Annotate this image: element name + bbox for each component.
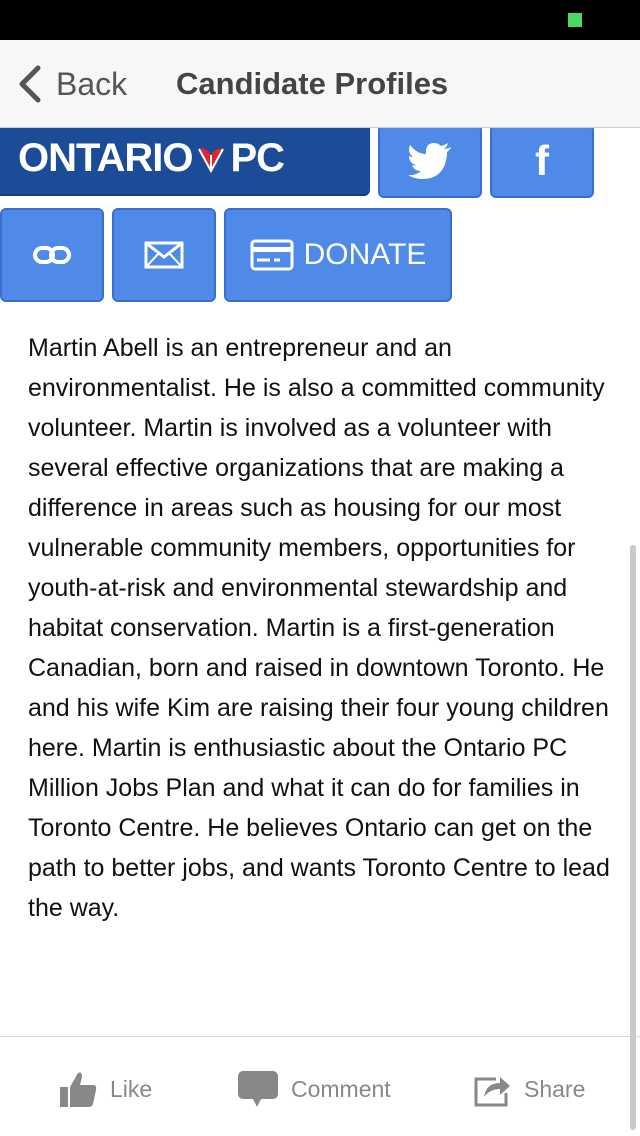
chevron-left-icon bbox=[19, 65, 41, 103]
facebook-icon: f bbox=[535, 137, 549, 184]
back-label: Back bbox=[56, 65, 128, 102]
share-icon bbox=[474, 1077, 510, 1107]
action-bar: Like Comment Share bbox=[0, 1037, 640, 1136]
trillium-icon bbox=[198, 148, 225, 174]
donate-label: DONATE bbox=[303, 238, 427, 271]
comment-icon bbox=[238, 1071, 278, 1107]
thumbs-up-icon bbox=[60, 1072, 97, 1107]
twitter-icon bbox=[408, 143, 451, 179]
like-label: Like bbox=[110, 1075, 153, 1102]
battery-indicator bbox=[568, 13, 582, 27]
envelope-icon bbox=[144, 241, 184, 269]
link-button[interactable] bbox=[0, 208, 104, 302]
ontario-pc-logo[interactable]: ONTARIO PC bbox=[0, 128, 370, 196]
share-button[interactable]: Share bbox=[472, 1067, 585, 1111]
like-button[interactable]: Like bbox=[58, 1067, 152, 1111]
scrollbar[interactable] bbox=[630, 545, 636, 1130]
status-bar bbox=[0, 0, 640, 40]
link-icon bbox=[33, 246, 71, 264]
facebook-button[interactable]: f bbox=[490, 128, 594, 198]
share-label: Share bbox=[524, 1075, 586, 1102]
email-button[interactable] bbox=[112, 208, 216, 302]
logo-text-pc: PC bbox=[230, 135, 285, 180]
comment-button[interactable]: Comment bbox=[237, 1067, 391, 1111]
credit-card-icon bbox=[250, 239, 294, 271]
logo-text-ontario: ONTARIO bbox=[18, 135, 193, 180]
page-title: Candidate Profiles bbox=[176, 66, 449, 101]
twitter-button[interactable] bbox=[378, 128, 482, 198]
comment-label: Comment bbox=[291, 1075, 391, 1102]
profile-content: ONTARIO PC f DONATE Martin Abell is an e… bbox=[0, 128, 640, 1136]
navigation-bar: Back Candidate Profiles bbox=[0, 40, 640, 128]
candidate-bio: Martin Abell is an entrepreneur and an e… bbox=[28, 334, 610, 922]
donate-button[interactable]: DONATE bbox=[224, 208, 452, 302]
back-button[interactable]: Back bbox=[16, 62, 127, 106]
